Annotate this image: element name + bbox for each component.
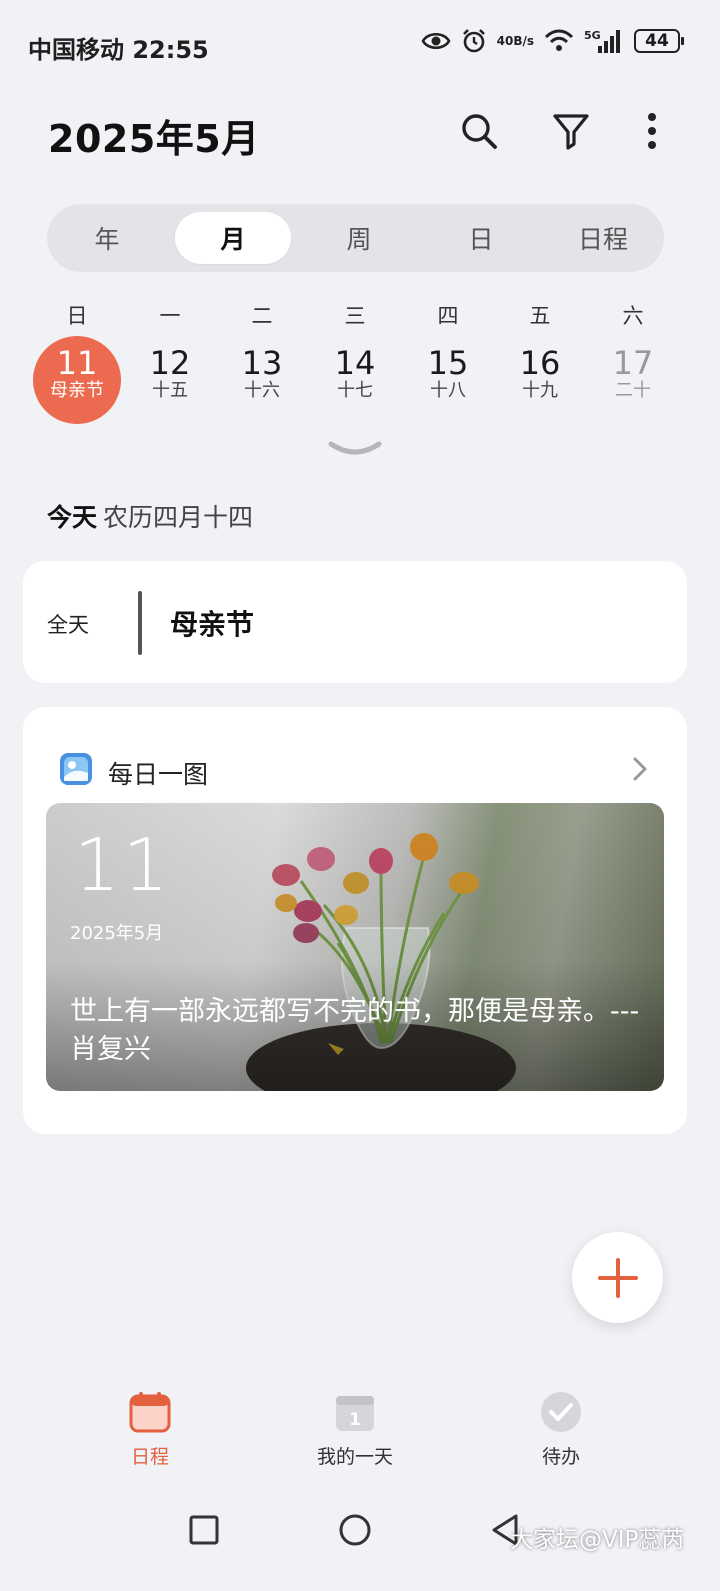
day-cell[interactable]: 12 十五 <box>126 336 214 424</box>
day-lunar: 十九 <box>522 380 558 401</box>
photo-day-number: 11 <box>74 823 172 907</box>
battery-icon: 44 <box>634 29 684 53</box>
search-button[interactable] <box>454 106 504 156</box>
weekday-sun: 日 <box>66 304 88 328</box>
carrier-time: 中国移动 22:55 <box>28 36 209 64</box>
net-speed: 40 B/s <box>497 35 534 47</box>
day-number: 17 <box>612 344 654 382</box>
network-type: 5G <box>584 29 601 42</box>
chevron-down-icon <box>328 441 382 455</box>
status-icons: 40 B/s 5G 44 <box>421 28 684 54</box>
weekday-mon: 一 <box>159 304 181 328</box>
eye-icon <box>421 30 451 52</box>
event-title: 母亲节 <box>170 608 255 641</box>
picture-icon <box>60 753 92 785</box>
weekday-wed: 三 <box>344 304 366 328</box>
weekday-tue: 二 <box>251 304 273 328</box>
watermark: 大家坛@VIP蕊芮 <box>510 1527 685 1553</box>
bottom-tab-my-day[interactable]: 1 我的一天 <box>285 1390 425 1469</box>
tab-schedule[interactable]: 日程 <box>553 212 653 264</box>
day-number: 11 <box>56 344 98 382</box>
recents-button[interactable] <box>186 1512 222 1548</box>
square-icon <box>189 1515 219 1545</box>
day-number: 16 <box>519 344 561 382</box>
chevron-right-icon[interactable] <box>629 753 651 785</box>
wifi-icon <box>544 29 574 53</box>
tab-week[interactable]: 周 <box>309 212 409 264</box>
net-speed-value: 40 <box>496 34 514 48</box>
day-number: 13 <box>241 344 283 382</box>
bottom-tab-schedule[interactable]: 日程 <box>80 1390 220 1469</box>
svg-text:1: 1 <box>349 1410 361 1430</box>
weekday-fri: 五 <box>529 304 551 328</box>
daily-picture-title: 每日一图 <box>108 760 209 789</box>
weekday-thu: 四 <box>437 304 459 328</box>
day-lunar: 十六 <box>244 380 280 401</box>
calendar-app: 中国移动 22:55 40 B/s 5G 44 2025年5月 年 月 周 日 … <box>0 0 720 1591</box>
circle-icon <box>339 1514 371 1546</box>
today-header: 今天 农历四月十四 <box>47 498 253 534</box>
status-bar: 中国移动 22:55 40 B/s 5G 44 <box>0 0 720 90</box>
event-divider <box>138 591 142 655</box>
day-cell[interactable]: 15 十八 <box>404 336 492 424</box>
check-circle-icon <box>541 1392 581 1432</box>
tab-day[interactable]: 日 <box>431 212 531 264</box>
search-icon <box>462 114 497 149</box>
add-event-button[interactable] <box>572 1232 663 1323</box>
bottom-tab-label: 待办 <box>541 1446 580 1468</box>
day-calendar-icon: 1 <box>336 1396 374 1431</box>
day-number: 12 <box>149 344 191 382</box>
bottom-tab-todo[interactable]: 待办 <box>491 1390 631 1469</box>
today-label: 今天 <box>47 503 98 532</box>
day-lunar: 十七 <box>337 380 373 401</box>
day-cell[interactable]: 13 十六 <box>218 336 306 424</box>
bottom-tab-label: 我的一天 <box>316 1446 393 1468</box>
day-cell[interactable]: 14 十七 <box>311 336 399 424</box>
day-lunar: 二十 <box>615 380 651 401</box>
expand-calendar-handle[interactable] <box>326 438 384 464</box>
day-number: 14 <box>334 344 376 382</box>
home-button[interactable] <box>337 1512 373 1548</box>
view-switcher: 年 月 周 日 日程 <box>47 204 664 272</box>
day-number: 15 <box>427 344 469 382</box>
day-cell[interactable]: 16 十九 <box>496 336 584 424</box>
weekday-sat: 六 <box>622 304 644 328</box>
calendar-icon <box>129 1392 171 1433</box>
more-button[interactable] <box>627 106 677 156</box>
day-lunar: 十五 <box>152 380 188 401</box>
daily-picture-image[interactable]: 11 2025年5月 世上有一部永远都写不完的书，那便是母亲。--- 肖复兴 <box>46 803 664 1091</box>
tab-month[interactable]: 月 <box>175 212 291 264</box>
page-title: 2025年5月 <box>48 117 260 161</box>
day-cell[interactable]: 17 二十 <box>589 336 677 424</box>
more-icon <box>648 113 656 149</box>
alarm-icon <box>461 28 487 54</box>
photo-quote: 世上有一部永远都写不完的书，那便是母亲。--- 肖复兴 <box>70 996 640 1065</box>
event-card[interactable]: 全天 母亲节 <box>23 561 687 683</box>
day-lunar: 母亲节 <box>50 380 104 401</box>
bottom-tab-label: 日程 <box>130 1446 169 1468</box>
lunar-date: 农历四月十四 <box>103 503 254 532</box>
battery-level: 44 <box>645 31 669 51</box>
event-time: 全天 <box>47 613 89 637</box>
net-speed-unit: B/s <box>513 34 534 48</box>
photo-date: 2025年5月 <box>70 923 164 944</box>
day-lunar: 十八 <box>430 380 466 401</box>
daily-picture-card[interactable]: 每日一图 11 2025年5月 世上有一部永远都写不完的书，那便是母亲。--- … <box>23 707 687 1134</box>
day-cell-today[interactable]: 11 母亲节 <box>33 336 121 424</box>
filter-button[interactable] <box>546 106 596 156</box>
signal-icon: 5G <box>584 28 624 54</box>
tab-year[interactable]: 年 <box>57 212 157 264</box>
filter-icon <box>553 114 589 150</box>
plus-icon <box>597 1257 638 1298</box>
